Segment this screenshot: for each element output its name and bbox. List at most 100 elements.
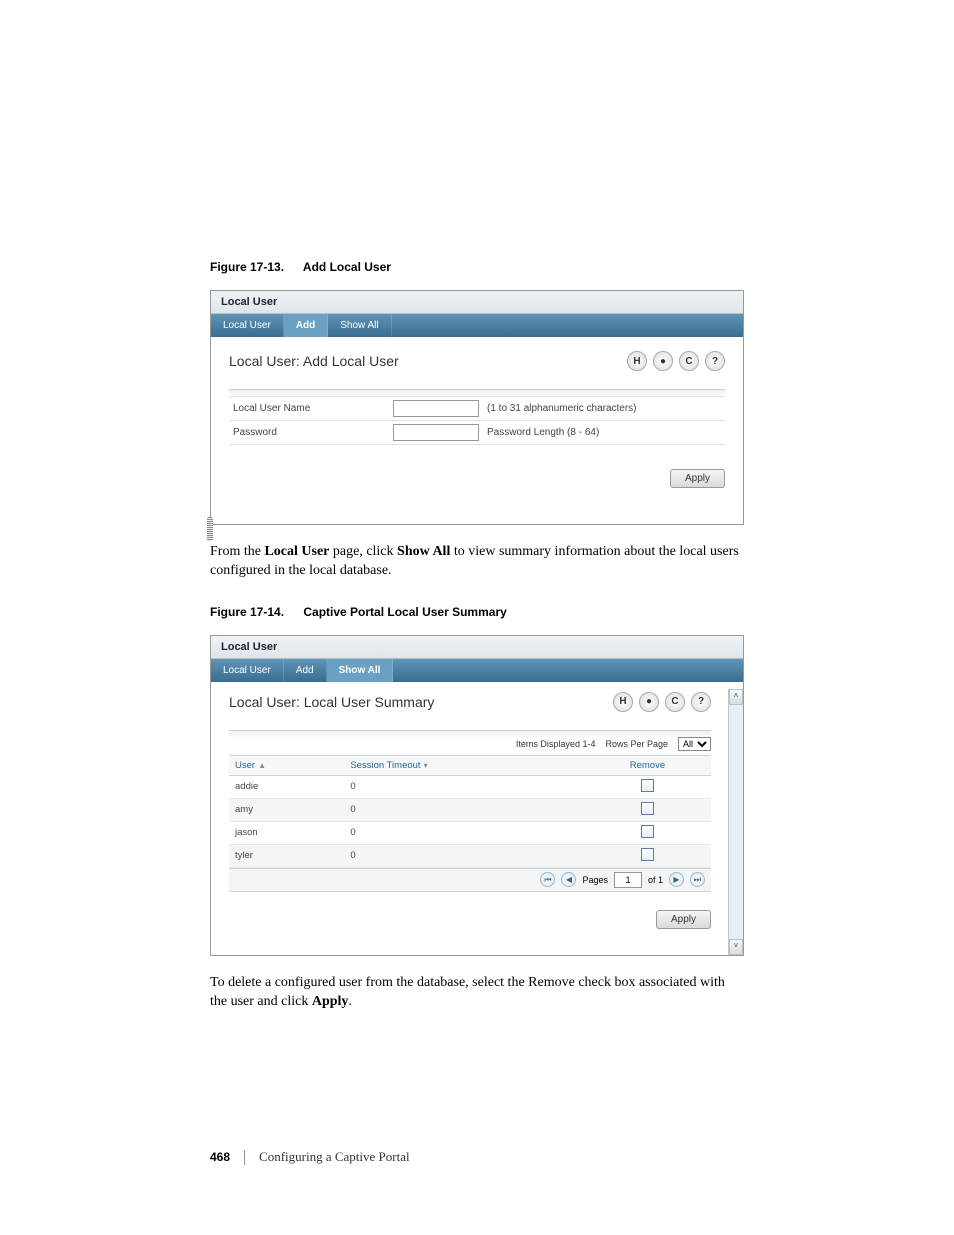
apply-button-2[interactable]: Apply xyxy=(656,910,711,929)
col-remove: Remove xyxy=(584,755,711,775)
heading-row-2: Local User: Local User Summary H ● C ? xyxy=(229,692,711,712)
page-last-icon[interactable]: ⏭ xyxy=(690,872,705,887)
tab-show-all-2[interactable]: Show All xyxy=(327,659,394,682)
toolbar-icons: H ● C ? xyxy=(627,351,725,371)
of-label: of 1 xyxy=(648,875,663,885)
save-icon[interactable]: H xyxy=(627,351,647,371)
row-local-user-name: Local User Name (1 to 31 alphanumeric ch… xyxy=(229,396,725,420)
tab-show-all[interactable]: Show All xyxy=(328,314,391,337)
page-first-icon[interactable]: ⏮ xyxy=(540,872,555,887)
remove-checkbox[interactable] xyxy=(641,802,654,815)
table-header-row: User▲ Session Timeout ▾ Remove xyxy=(229,755,711,775)
help-icon[interactable]: ? xyxy=(705,351,725,371)
separator-2 xyxy=(229,730,711,737)
pager-row: ⏮ ◀ Pages of 1 ▶ ⏭ xyxy=(229,868,711,892)
figure1-screenshot: Local User Local User Add Show All Local… xyxy=(210,290,744,525)
cell-user: amy xyxy=(229,798,344,821)
heading-row: Local User: Add Local User H ● C ? xyxy=(229,351,725,371)
input-password[interactable] xyxy=(393,424,479,441)
page-input[interactable] xyxy=(614,872,642,888)
figure1-caption: Figure 17-13. Add Local User xyxy=(210,260,744,274)
tab-add[interactable]: Add xyxy=(284,314,328,337)
print-icon[interactable]: ● xyxy=(653,351,673,371)
scrollbar[interactable]: ˄ ˅ xyxy=(728,689,743,955)
label-password: Password xyxy=(233,427,393,438)
cell-user: jason xyxy=(229,821,344,844)
remove-checkbox[interactable] xyxy=(641,825,654,838)
input-local-user-name[interactable] xyxy=(393,400,479,417)
rows-per-page-label: Rows Per Page xyxy=(605,739,668,749)
p1-pre: From the xyxy=(210,544,264,559)
tab-add-2[interactable]: Add xyxy=(284,659,327,682)
col-session-timeout[interactable]: Session Timeout ▾ xyxy=(344,755,584,775)
hint-password: Password Length (8 - 64) xyxy=(487,427,599,438)
page-heading: Local User: Add Local User xyxy=(229,353,399,369)
p2-b1: Apply xyxy=(312,994,349,1009)
panel-body-2: Local User: Local User Summary H ● C ? I… xyxy=(211,682,729,955)
print-icon-2[interactable]: ● xyxy=(639,692,659,712)
p2-post: . xyxy=(348,994,352,1009)
chapter-title: Configuring a Captive Portal xyxy=(259,1149,410,1165)
document-page: Figure 17-13. Add Local User Local User … xyxy=(0,0,954,1096)
table-row: tyler 0 xyxy=(229,844,711,867)
remove-checkbox[interactable] xyxy=(641,848,654,861)
p1-b2: Show All xyxy=(397,544,450,559)
tab-local-user-2[interactable]: Local User xyxy=(211,659,284,682)
apply-row: Apply xyxy=(229,444,725,500)
drag-grip-icon[interactable] xyxy=(207,517,213,541)
cell-user: addie xyxy=(229,775,344,798)
table-meta-row: Items Displayed 1-4 Rows Per Page All xyxy=(229,737,711,751)
col-user[interactable]: User▲ xyxy=(229,755,344,775)
figure1-title: Add Local User xyxy=(303,260,391,274)
panel-titlebar: Local User xyxy=(211,291,743,314)
label-local-user-name: Local User Name xyxy=(233,403,393,414)
figure2-caption: Figure 17-14. Captive Portal Local User … xyxy=(210,605,744,619)
p1-b1: Local User xyxy=(264,544,329,559)
table-row: jason 0 xyxy=(229,821,711,844)
figure1-number: Figure 17-13. xyxy=(210,260,284,274)
figure2-number: Figure 17-14. xyxy=(210,605,284,619)
col-timeout-label: Session Timeout xyxy=(350,760,420,771)
p2-pre: To delete a configured user from the dat… xyxy=(210,975,725,1009)
remove-checkbox[interactable] xyxy=(641,779,654,792)
figure2-title: Captive Portal Local User Summary xyxy=(303,605,506,619)
help-icon-2[interactable]: ? xyxy=(691,692,711,712)
paragraph-1: From the Local User page, click Show All… xyxy=(210,543,744,581)
hint-local-user-name: (1 to 31 alphanumeric characters) xyxy=(487,403,637,414)
cell-timeout: 0 xyxy=(344,821,584,844)
tab-bar: Local User Add Show All xyxy=(211,314,743,337)
separator xyxy=(229,389,725,396)
toolbar-icons-2: H ● C ? xyxy=(613,692,711,712)
items-displayed: Items Displayed 1-4 xyxy=(516,739,596,749)
apply-row-2: Apply xyxy=(229,892,711,941)
save-icon-2[interactable]: H xyxy=(613,692,633,712)
cell-timeout: 0 xyxy=(344,775,584,798)
cell-user: tyler xyxy=(229,844,344,867)
footer-separator xyxy=(244,1150,245,1165)
apply-button[interactable]: Apply xyxy=(670,469,725,488)
sort-icon: ▾ xyxy=(424,761,428,770)
panel-titlebar-2: Local User xyxy=(211,636,743,659)
scroll-up-icon[interactable]: ˄ xyxy=(729,689,743,705)
cell-timeout: 0 xyxy=(344,798,584,821)
paragraph-2: To delete a configured user from the dat… xyxy=(210,974,744,1012)
col-user-label: User xyxy=(235,760,255,771)
p1-mid: page, click xyxy=(329,544,397,559)
pages-label: Pages xyxy=(582,875,608,885)
rows-per-page-select[interactable]: All xyxy=(678,737,711,751)
row-password: Password Password Length (8 - 64) xyxy=(229,420,725,444)
scroll-down-icon[interactable]: ˅ xyxy=(729,939,743,955)
panel-body: Local User: Add Local User H ● C ? Local… xyxy=(211,337,743,524)
refresh-icon[interactable]: C xyxy=(679,351,699,371)
tab-bar-2: Local User Add Show All xyxy=(211,659,743,682)
page-footer: 468 Configuring a Captive Portal xyxy=(210,1149,410,1165)
page-prev-icon[interactable]: ◀ xyxy=(561,872,576,887)
figure2-screenshot: Local User Local User Add Show All ˄ ˅ L… xyxy=(210,635,744,956)
sort-asc-icon: ▲ xyxy=(258,761,266,770)
refresh-icon-2[interactable]: C xyxy=(665,692,685,712)
user-summary-table: User▲ Session Timeout ▾ Remove addie 0 am… xyxy=(229,755,711,868)
page-number: 468 xyxy=(210,1150,230,1164)
page-next-icon[interactable]: ▶ xyxy=(669,872,684,887)
cell-timeout: 0 xyxy=(344,844,584,867)
tab-local-user[interactable]: Local User xyxy=(211,314,284,337)
